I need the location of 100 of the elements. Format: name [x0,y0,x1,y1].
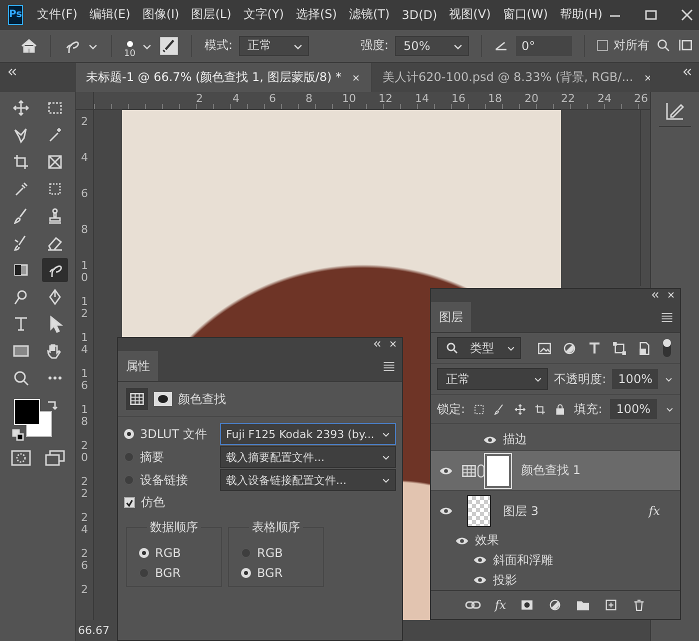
menu-item[interactable]: 帮助(H) [554,6,608,24]
layer-row[interactable]: 颜色查找 1 [431,450,680,490]
layer-thumbnail[interactable] [467,495,491,527]
blend-mode-dropdown[interactable]: 正常 [437,368,548,390]
close-icon[interactable] [351,72,362,82]
close-icon[interactable] [680,8,694,22]
mode-value: 正常 [248,37,272,54]
screen-mode-icon[interactable] [44,450,64,466]
opacity-field[interactable]: 100% [612,369,658,389]
menu-item[interactable]: 图像(I) [136,6,186,24]
quick-mask-icon[interactable] [10,450,30,466]
strength-label: 强度: [360,37,389,54]
sample-all-checkbox[interactable] [596,40,608,52]
frame-icon [46,153,64,171]
color-swatches[interactable] [14,399,52,437]
panel-tab[interactable]: 图层 [431,302,471,332]
radio-button[interactable] [124,475,134,485]
pencil-ruler-icon[interactable] [664,100,686,122]
radio-button[interactable] [124,452,134,462]
collapse-icon[interactable] [6,66,18,78]
angle-field[interactable]: 0° [516,36,572,56]
checkbox-label: 仿色 [141,494,165,511]
brush-preset[interactable]: 10 [124,38,136,59]
opacity-label: 不透明度: [554,370,606,388]
search-icon[interactable] [656,38,672,54]
menu-item[interactable]: 3D(D) [396,8,444,22]
home-icon[interactable] [20,36,38,55]
option-label: RGB [155,546,181,560]
tool-button[interactable] [42,258,68,282]
ruler-label: 14 [414,92,430,107]
menu-item[interactable]: 滤镜(T) [342,6,396,24]
close-icon[interactable] [666,290,676,300]
more-icon [48,376,62,380]
brush-icon[interactable] [493,402,506,416]
default-colors-icon[interactable] [12,429,24,441]
ruler-label: 24 [81,512,88,538]
menu-item[interactable]: 文字(Y) [237,6,290,24]
link-icon[interactable] [464,599,481,611]
add-style-button[interactable]: fx [494,598,506,612]
document-tab[interactable]: 未标题-1 @ 66.7% (颜色查找 1, 图层蒙版/8) * [76,63,372,92]
image-filter-icon[interactable] [537,340,552,356]
radio-button[interactable] [139,568,149,578]
lock-label: 锁定: [437,400,466,418]
ruler-label: 26 [81,548,88,574]
menu-item[interactable]: 窗口(W) [496,6,554,24]
transform-icon[interactable] [612,340,627,356]
app-logo[interactable]: Ps [8,4,24,25]
new-layer-icon[interactable] [604,598,618,612]
menu-item[interactable]: 图层(L) [185,6,238,24]
radio-button[interactable] [241,548,251,558]
fill-field[interactable]: 100% [610,399,657,419]
collapse-icon[interactable] [650,290,660,300]
grid-icon-button[interactable] [126,388,148,410]
trash-icon[interactable] [632,598,646,612]
option-label: 摘要 [140,448,164,466]
adjustment-title: 颜色查找 [178,390,226,408]
menu-icon[interactable] [382,359,396,373]
collapse-icon[interactable] [372,339,382,349]
option-label: 设备链接 [140,472,188,488]
ruler-label: 24 [596,92,612,107]
crop-icon[interactable] [534,402,546,416]
toggle-icon[interactable] [662,338,672,358]
move-icon[interactable] [514,402,526,416]
half-circle-icon[interactable] [562,340,577,356]
panel-tab[interactable]: 属性 [118,351,158,381]
collapse-icon[interactable] [681,66,693,78]
filter-value: 类型 [470,340,494,356]
close-icon[interactable] [388,339,398,349]
menu-item[interactable]: 视图(V) [443,6,497,24]
profile-dropdown[interactable]: 载入摘要配置文件... [220,446,396,468]
strength-dropdown[interactable]: 50% [394,36,469,56]
profile-dropdown[interactable]: Fuji F125 Kodak 2393 (by... [220,423,396,445]
fill-label: 填充: [574,400,602,418]
dither-checkbox[interactable] [124,497,135,508]
menu-item[interactable]: 选择(S) [290,6,343,24]
option-label: BGR [257,566,283,580]
layer-row[interactable]: 图层 3 fx [431,490,680,531]
menu-item[interactable]: 编辑(E) [83,6,136,24]
chain-link-icon[interactable] [477,464,485,478]
layer-mask-thumbnail[interactable] [487,456,509,486]
mode-dropdown[interactable]: 正常 [238,36,308,56]
zoom-level[interactable]: 66.67 [78,624,110,637]
filter-dropdown[interactable]: 类型 [437,337,521,359]
menu-icon[interactable] [660,310,674,324]
ruler-label: 26 [633,92,649,107]
swap-arrow-icon[interactable] [46,399,58,411]
group-title: 数据顺序 [147,520,201,534]
lock-pixels-icon[interactable] [473,402,486,416]
smart-object-icon[interactable] [637,340,652,356]
mask-icon[interactable] [154,392,172,406]
brush-settings-icon[interactable] [159,36,180,56]
profile-dropdown[interactable]: 载入设备链接配置文件... [220,469,396,491]
menu-item[interactable]: 文件(F) [31,6,84,24]
type-filter-icon[interactable] [587,340,602,356]
lock-icon[interactable] [554,402,566,416]
brush-icon [12,207,30,225]
close-icon[interactable] [643,72,650,82]
half-circle-icon[interactable] [548,598,562,612]
mask-icon[interactable] [520,598,534,612]
maximize-icon[interactable] [644,8,658,22]
